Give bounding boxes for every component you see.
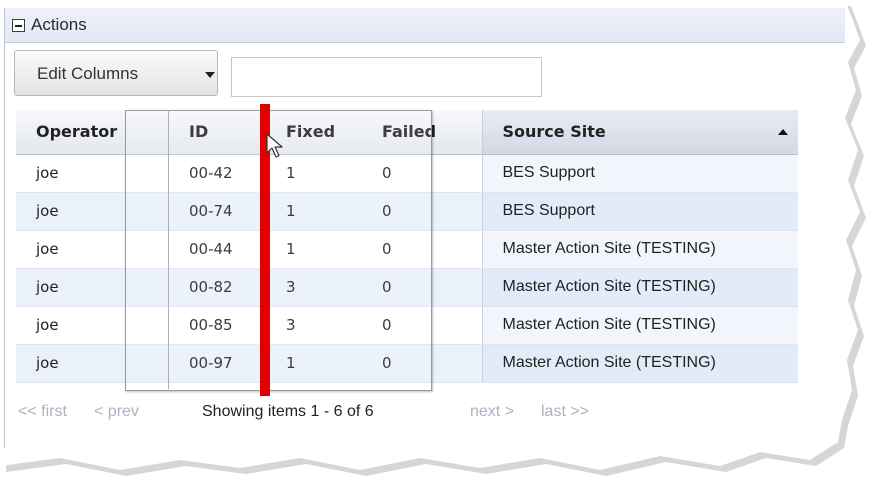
cell-source-site: BES Support <box>481 192 798 231</box>
panel-header: Actions <box>5 8 845 43</box>
cell-fixed: 1 <box>266 344 362 383</box>
cell-fixed: 3 <box>266 306 362 345</box>
table-row[interactable]: joe 00-85 3 0 Master Action Site (TESTIN… <box>16 306 798 345</box>
drag-ghost-divider <box>168 110 169 389</box>
edit-columns-label: Edit Columns <box>37 64 139 83</box>
column-header-source-site[interactable]: Source Site <box>481 110 798 155</box>
table-header-row: Operator ID Fixed Failed Source Site <box>16 110 798 155</box>
cell-failed: 0 <box>362 192 482 231</box>
table-row[interactable]: joe 00-97 1 0 Master Action Site (TESTIN… <box>16 344 798 383</box>
cell-id: 00-42 <box>169 154 266 193</box>
cell-id: 00-85 <box>169 306 266 345</box>
cell-fixed: 3 <box>266 268 362 307</box>
screenshot-paper: Actions Edit Columns Operator ID Fixed F… <box>0 0 860 470</box>
cell-operator: joe <box>16 344 169 383</box>
caret-down-icon <box>205 72 215 78</box>
cell-source-site: Master Action Site (TESTING) <box>481 230 798 269</box>
cell-operator: joe <box>16 230 169 269</box>
actions-table: Operator ID Fixed Failed Source Site joe… <box>16 110 798 383</box>
pager-first-link[interactable]: << first <box>18 403 67 421</box>
cell-operator: joe <box>16 268 169 307</box>
cell-id: 00-82 <box>169 268 266 307</box>
cell-failed: 0 <box>362 306 482 345</box>
cell-fixed: 1 <box>266 154 362 193</box>
pager-prev-link[interactable]: < prev <box>94 403 139 421</box>
pager-next-link[interactable]: next > <box>470 403 514 421</box>
cell-operator: joe <box>16 306 169 345</box>
cell-id: 00-44 <box>169 230 266 269</box>
pager-last-link[interactable]: last >> <box>541 403 589 421</box>
cell-failed: 0 <box>362 344 482 383</box>
table-row[interactable]: joe 00-74 1 0 BES Support <box>16 192 798 231</box>
cell-operator: joe <box>16 192 169 231</box>
cell-fixed: 1 <box>266 192 362 231</box>
cell-operator: joe <box>16 154 169 193</box>
cell-source-site: Master Action Site (TESTING) <box>481 344 798 383</box>
table-row[interactable]: joe 00-82 3 0 Master Action Site (TESTIN… <box>16 268 798 307</box>
column-header-id[interactable]: ID <box>169 110 266 155</box>
mouse-pointer-icon <box>266 133 283 158</box>
pager-status: Showing items 1 - 6 of 6 <box>202 403 374 420</box>
cell-id: 00-74 <box>169 192 266 231</box>
table-row[interactable]: joe 00-44 1 0 Master Action Site (TESTIN… <box>16 230 798 269</box>
table-row[interactable]: joe 00-42 1 0 BES Support <box>16 154 798 193</box>
column-header-failed[interactable]: Failed <box>362 110 482 155</box>
cell-failed: 0 <box>362 154 482 193</box>
edit-columns-button[interactable]: Edit Columns <box>14 50 218 96</box>
cell-failed: 0 <box>362 230 482 269</box>
cell-source-site: Master Action Site (TESTING) <box>481 268 798 307</box>
minus-box-icon[interactable] <box>12 19 25 32</box>
cell-id: 00-97 <box>169 344 266 383</box>
filter-input[interactable] <box>231 57 542 97</box>
panel-title: Actions <box>31 15 87 34</box>
sort-up-icon <box>778 129 788 135</box>
column-header-operator[interactable]: Operator <box>16 110 169 155</box>
cell-source-site: BES Support <box>481 154 798 193</box>
column-header-source-site-label: Source Site <box>502 122 606 142</box>
cell-source-site: Master Action Site (TESTING) <box>481 306 798 345</box>
cell-fixed: 1 <box>266 230 362 269</box>
cell-failed: 0 <box>362 268 482 307</box>
